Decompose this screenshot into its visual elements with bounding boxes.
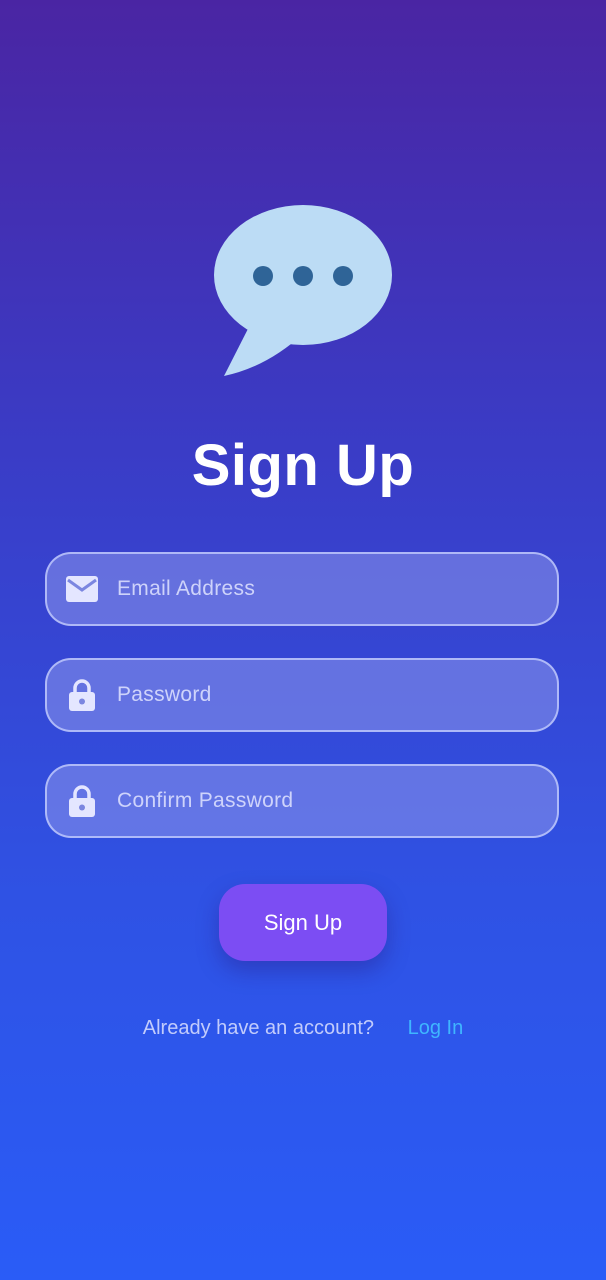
email-input[interactable] bbox=[117, 559, 537, 619]
login-prompt: Already have an account? Log In bbox=[0, 1014, 606, 1042]
confirm-password-field[interactable] bbox=[45, 764, 559, 838]
confirm-password-input[interactable] bbox=[117, 771, 537, 831]
password-field[interactable] bbox=[45, 658, 559, 732]
page-title: Sign Up bbox=[191, 433, 415, 498]
lock-icon bbox=[65, 784, 99, 818]
mail-icon bbox=[65, 572, 99, 606]
email-field[interactable] bbox=[45, 552, 559, 626]
signup-screen: Sign Up Sign Up bbox=[0, 0, 606, 1280]
chat-bubble-icon bbox=[214, 205, 392, 376]
lock-icon bbox=[65, 678, 99, 712]
password-input[interactable] bbox=[117, 665, 537, 725]
login-prompt-text: Already have an account? bbox=[142, 1017, 375, 1039]
sign-up-button[interactable]: Sign Up bbox=[219, 884, 387, 961]
log-in-link[interactable]: Log In bbox=[408, 1017, 464, 1039]
